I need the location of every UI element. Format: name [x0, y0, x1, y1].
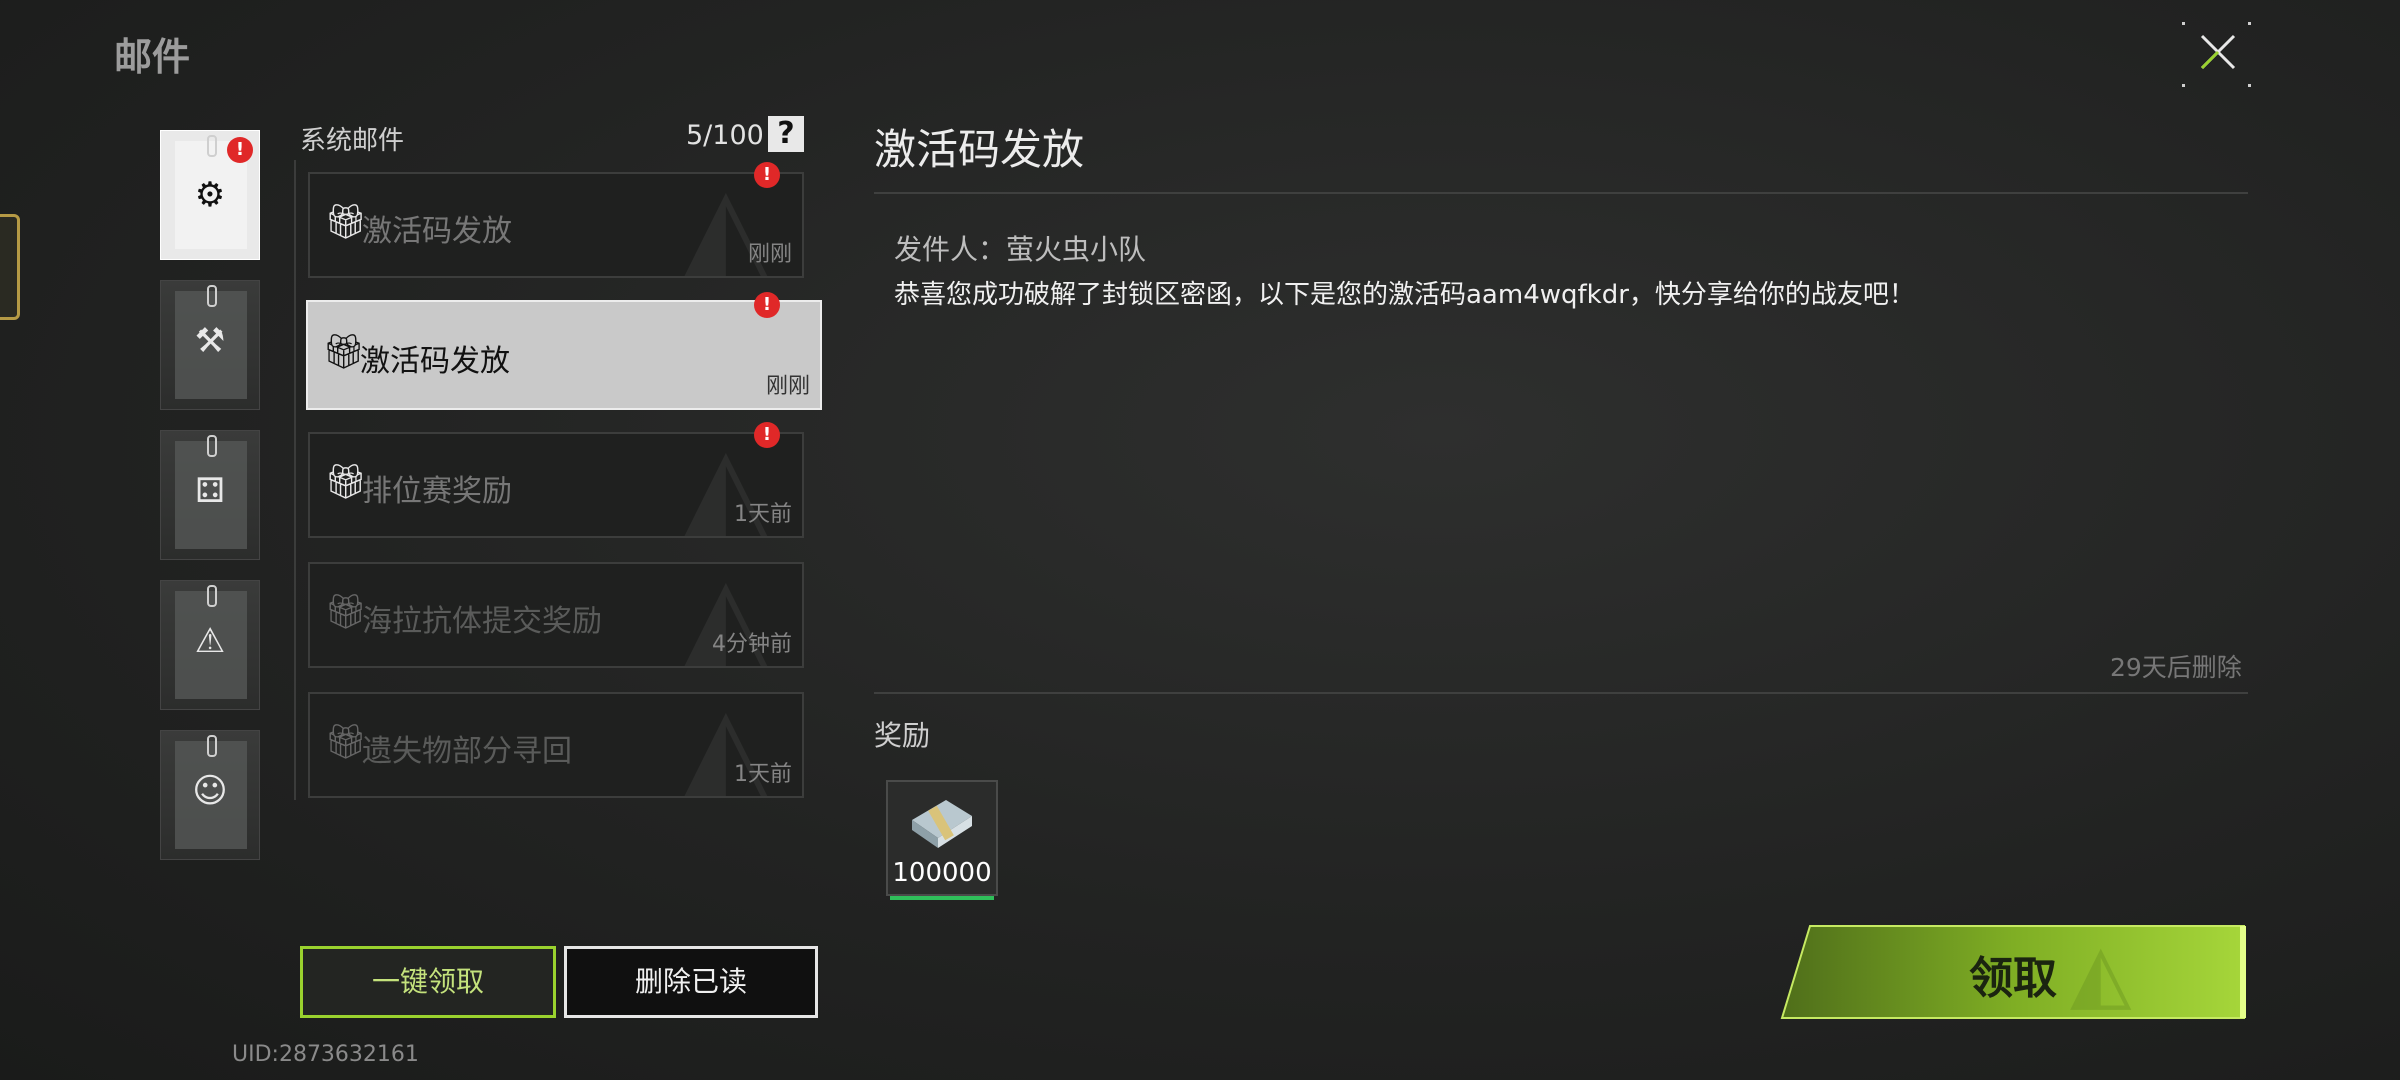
cash-bundle-icon: [912, 800, 972, 848]
claim-button[interactable]: ◭ 领取: [1780, 924, 2246, 1020]
divider: [874, 692, 2248, 694]
category-warning[interactable]: ⚠: [160, 580, 260, 710]
claim-label: 领取: [1969, 953, 2057, 1004]
rarity-bar: [890, 896, 994, 900]
claim-all-button[interactable]: 一键领取: [300, 946, 556, 1018]
gift-icon: 🎁︎: [324, 462, 368, 502]
side-drawer-tab[interactable]: [0, 214, 20, 320]
mail-detail-title: 激活码发放: [874, 125, 1085, 174]
warning-icon: ⚠: [194, 621, 226, 661]
dice-icon: ⚃: [195, 471, 225, 511]
unread-badge: !: [754, 422, 780, 448]
hammer-icon: ⚒: [194, 321, 226, 361]
category-system[interactable]: ⚙ !: [160, 130, 260, 260]
category-personal[interactable]: ☺: [160, 730, 260, 860]
divider: [874, 192, 2248, 194]
mail-body: 恭喜您成功破解了封锁区密函，以下是您的激活码aam4wqfkdr，快分享给你的战…: [894, 280, 1915, 310]
mail-count: 5/100: [686, 120, 764, 151]
category-auction[interactable]: ⚒: [160, 280, 260, 410]
gear-icon: ⚙: [194, 175, 226, 215]
gift-open-icon: 🎁︎: [324, 592, 368, 632]
mail-time: 刚刚: [747, 242, 792, 267]
unread-badge: !: [754, 162, 780, 188]
mail-title: 海拉抗体提交奖励: [362, 604, 602, 639]
mail-item[interactable]: ◭ 🎁︎ 排位赛奖励 1天前: [308, 432, 804, 538]
mail-title: 激活码发放: [360, 344, 510, 379]
list-label: 系统邮件: [300, 126, 405, 156]
face-icon: ☺: [192, 771, 228, 811]
mail-time: 1天前: [734, 502, 792, 527]
mail-title: 激活码发放: [362, 214, 512, 249]
mail-item[interactable]: ◭ 🎁︎ 海拉抗体提交奖励 4分钟前: [308, 562, 804, 668]
gift-icon: 🎁︎: [322, 332, 366, 372]
divider: [294, 160, 296, 800]
page-title: 邮件: [114, 35, 191, 79]
mail-time: 1天前: [734, 762, 792, 787]
mail-time: 4分钟前: [712, 632, 792, 657]
mail-time: 刚刚: [765, 374, 810, 399]
unread-badge: !: [754, 292, 780, 318]
close-button[interactable]: [2178, 18, 2254, 90]
expire-note: 29天后删除: [2110, 653, 2242, 682]
mail-sender: 发件人：萤火虫小队: [894, 233, 1147, 266]
reward-item[interactable]: 100000: [886, 780, 998, 900]
reward-amount: 100000: [892, 858, 992, 888]
gift-open-icon: 🎁︎: [324, 722, 368, 762]
category-friends[interactable]: ⚃: [160, 430, 260, 560]
mail-item[interactable]: ◭ 🎁︎ 遗失物部分寻回 1天前: [308, 692, 804, 798]
mail-title: 排位赛奖励: [362, 474, 512, 509]
delete-read-button[interactable]: 删除已读: [564, 946, 818, 1018]
mail-item[interactable]: ◭ 🎁︎ 激活码发放 刚刚: [308, 172, 804, 278]
help-icon[interactable]: ?: [768, 116, 804, 152]
reward-label: 奖励: [874, 719, 931, 752]
gift-icon: 🎁︎: [324, 202, 368, 242]
alert-badge: !: [227, 137, 253, 163]
close-icon: [2200, 34, 2236, 70]
mail-item-selected[interactable]: 🎁︎ 激活码发放 刚刚: [306, 300, 822, 410]
mail-title: 遗失物部分寻回: [362, 734, 572, 769]
user-id: UID:2873632161: [232, 1042, 419, 1067]
